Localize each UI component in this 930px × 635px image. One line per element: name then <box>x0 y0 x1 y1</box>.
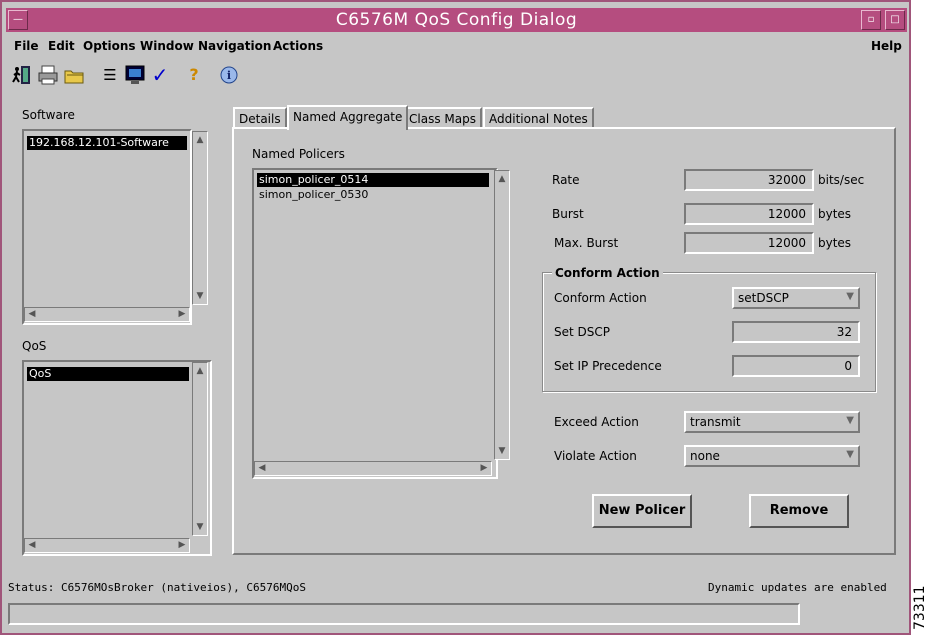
violate-action-value: none <box>690 449 720 463</box>
qos-hscrollbar[interactable]: ◀ ▶ <box>24 538 190 553</box>
print-icon[interactable] <box>36 64 60 88</box>
policer-item[interactable]: simon_policer_0530 <box>257 188 368 202</box>
max-burst-unit: bytes <box>818 236 852 250</box>
conform-action-label: Conform Action <box>554 291 647 305</box>
burst-field[interactable]: 12000 <box>684 203 814 225</box>
menu-file[interactable]: File <box>14 39 39 53</box>
menu-help[interactable]: Help <box>871 39 902 53</box>
status-message-field <box>8 603 800 625</box>
set-ip-precedence-label: Set IP Precedence <box>554 359 662 373</box>
figure-id: 73311 <box>912 585 928 630</box>
max-burst-field[interactable]: 12000 <box>684 232 814 254</box>
menu-actions[interactable]: Actions <box>273 39 323 53</box>
software-label: Software <box>22 108 75 122</box>
info-glyph: i <box>227 69 231 82</box>
new-policer-button[interactable]: New Policer <box>592 494 692 528</box>
policers-vscrollbar[interactable]: ▲ ▼ <box>494 170 510 460</box>
conform-action-group-title: Conform Action <box>552 266 663 280</box>
tab-details[interactable]: Details <box>233 107 287 129</box>
policers-hscrollbar[interactable]: ◀ ▶ <box>254 461 492 476</box>
dynamic-updates-text: Dynamic updates are enabled <box>708 581 887 594</box>
qos-label: QoS <box>22 339 47 353</box>
exceed-action-label: Exceed Action <box>554 415 639 429</box>
scroll-right-icon[interactable]: ▶ <box>176 539 188 551</box>
minimize-icon[interactable]: ▫ <box>861 10 881 30</box>
checkmark-icon[interactable]: ✓ <box>148 64 172 88</box>
burst-unit: bytes <box>818 207 852 221</box>
scroll-left-icon[interactable]: ◀ <box>26 539 38 551</box>
exceed-action-value: transmit <box>690 415 741 429</box>
qos-item-selected[interactable]: QoS <box>27 367 189 381</box>
help-icon[interactable]: ? <box>182 64 206 88</box>
burst-label: Burst <box>552 207 584 221</box>
scroll-right-icon[interactable]: ▶ <box>176 308 188 320</box>
conform-action-dropdown[interactable]: setDSCP ▼ <box>732 287 860 309</box>
status-text: Status: C6576MOsBroker (nativeios), C657… <box>8 581 307 594</box>
set-dscp-field[interactable]: 32 <box>732 321 860 343</box>
scroll-down-icon[interactable]: ▼ <box>496 445 508 457</box>
qos-vscrollbar[interactable]: ▲ ▼ <box>192 362 208 536</box>
menu-edit[interactable]: Edit <box>48 39 75 53</box>
scroll-right-icon[interactable]: ▶ <box>478 462 490 474</box>
tab-additional-notes[interactable]: Additional Notes <box>483 107 594 129</box>
chevron-down-icon: ▼ <box>846 449 854 460</box>
software-list[interactable]: 192.168.12.101-Software ▲ ▼ ◀ ▶ <box>22 129 208 325</box>
set-ip-precedence-field[interactable]: 0 <box>732 355 860 377</box>
tab-class-maps[interactable]: Class Maps <box>403 107 482 129</box>
set-dscp-label: Set DSCP <box>554 325 610 339</box>
tab-named-aggregate[interactable]: Named Aggregate <box>287 105 409 130</box>
list-icon[interactable]: ☰ <box>98 64 122 88</box>
exceed-action-dropdown[interactable]: transmit ▼ <box>684 411 860 433</box>
exit-icon[interactable] <box>10 64 34 88</box>
remove-button[interactable]: Remove <box>749 494 849 528</box>
scroll-up-icon[interactable]: ▲ <box>496 173 508 185</box>
scroll-left-icon[interactable]: ◀ <box>26 308 38 320</box>
qos-config-window: — C6576M QoS Config Dialog ▫ □ File Edit… <box>0 0 911 635</box>
scroll-down-icon[interactable]: ▼ <box>194 521 206 533</box>
info-icon[interactable]: i <box>217 64 241 88</box>
software-item-selected[interactable]: 192.168.12.101-Software <box>27 136 187 150</box>
title-bar[interactable]: — C6576M QoS Config Dialog ▫ □ <box>6 8 907 32</box>
scroll-left-icon[interactable]: ◀ <box>256 462 268 474</box>
named-policers-list[interactable]: simon_policer_0514 simon_policer_0530 ▲ … <box>252 168 510 479</box>
rate-label: Rate <box>552 173 580 187</box>
conform-action-value: setDSCP <box>738 291 789 305</box>
chevron-down-icon: ▼ <box>846 291 854 302</box>
menu-bar: File Edit Options Window Navigation Acti… <box>6 35 907 59</box>
violate-action-label: Violate Action <box>554 449 637 463</box>
qos-list[interactable]: QoS ▲ ▼ ◀ ▶ <box>22 360 212 556</box>
violate-action-dropdown[interactable]: none ▼ <box>684 445 860 467</box>
max-burst-label: Max. Burst <box>554 236 619 250</box>
scroll-up-icon[interactable]: ▲ <box>194 365 206 377</box>
menu-navigation[interactable]: Navigation <box>198 39 271 53</box>
software-vscrollbar[interactable]: ▲ ▼ <box>192 131 208 305</box>
rate-field[interactable]: 32000 <box>684 169 814 191</box>
menu-window[interactable]: Window <box>140 39 194 53</box>
open-folder-icon[interactable] <box>62 64 86 88</box>
window-title: C6576M QoS Config Dialog <box>335 10 578 30</box>
policer-item-selected[interactable]: simon_policer_0514 <box>257 173 489 187</box>
named-policers-label: Named Policers <box>252 147 345 161</box>
menu-options[interactable]: Options <box>83 39 136 53</box>
chevron-down-icon: ▼ <box>846 415 854 426</box>
software-hscrollbar[interactable]: ◀ ▶ <box>24 307 190 322</box>
scroll-up-icon[interactable]: ▲ <box>194 134 206 146</box>
rate-unit: bits/sec <box>818 173 865 187</box>
named-aggregate-panel: Named Policers simon_policer_0514 simon_… <box>232 127 896 555</box>
maximize-icon[interactable]: □ <box>885 10 905 30</box>
scroll-down-icon[interactable]: ▼ <box>194 290 206 302</box>
monitor-icon[interactable] <box>123 64 147 88</box>
